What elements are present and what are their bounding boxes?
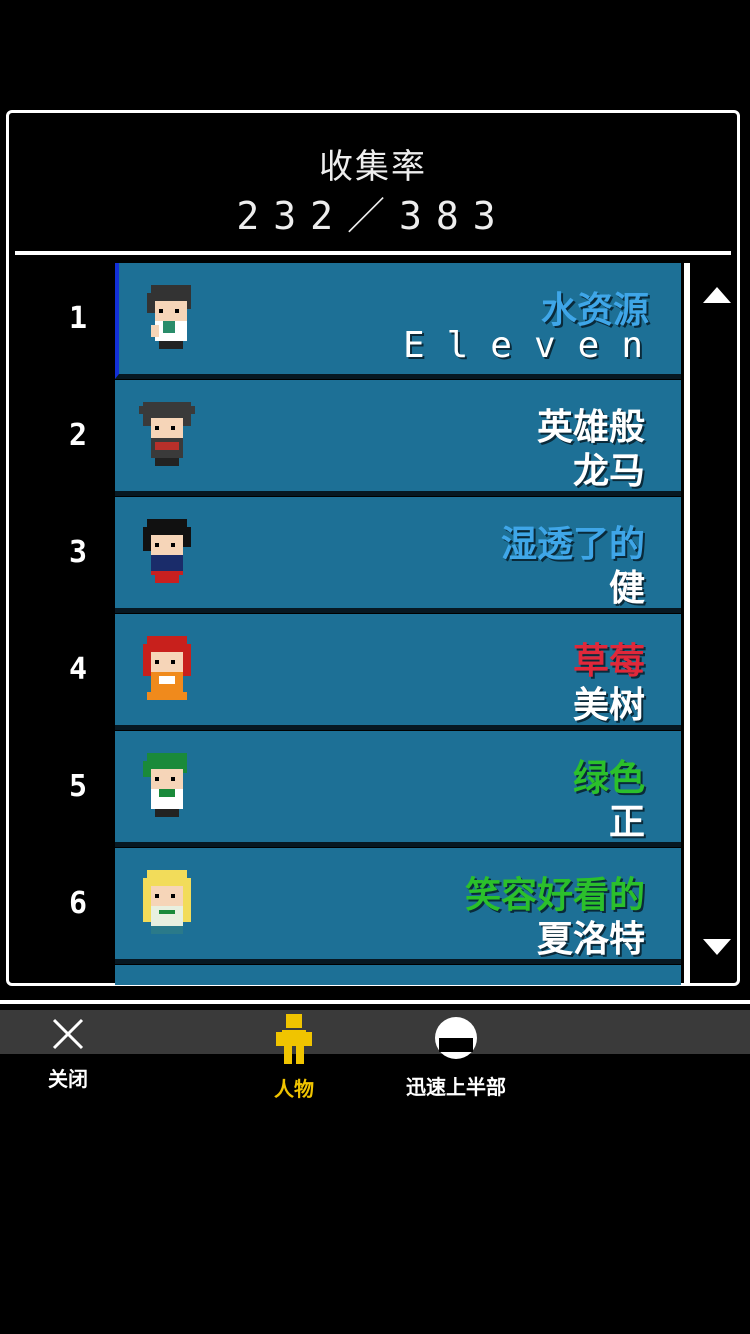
character-card[interactable]: 绿色 正 — [115, 731, 681, 847]
character-name: 健 — [608, 568, 645, 609]
tab-bar-background — [0, 1010, 750, 1054]
character-name: Eleven — [402, 325, 665, 366]
list-item[interactable]: 6 笑容好看的 夏洛特 — [15, 848, 681, 965]
collection-count: 232／383 — [236, 194, 510, 238]
tab-characters[interactable]: 人物 — [254, 1014, 334, 1102]
ball-icon — [435, 1017, 477, 1059]
character-avatar-icon — [143, 753, 187, 817]
character-avatar-icon — [143, 519, 191, 583]
scrollbar[interactable] — [684, 263, 690, 985]
rank-number: 3 — [68, 535, 87, 570]
tab-jump-top-label: 迅速上半部 — [406, 1075, 506, 1099]
list-item[interactable] — [15, 965, 681, 985]
tab-characters-label: 人物 — [274, 1077, 314, 1101]
tab-close-label: 关闭 — [48, 1067, 88, 1091]
rank-number: 1 — [68, 301, 87, 336]
scroll-up-arrow-icon[interactable] — [699, 283, 735, 307]
person-icon — [276, 1014, 312, 1064]
list-item[interactable]: 4 草莓 美树 — [15, 614, 681, 731]
rank-number: 4 — [68, 652, 87, 687]
tab-close[interactable]: 关闭 — [28, 1014, 108, 1092]
character-list[interactable]: 1 水资源 Eleven 2 英雄般 龙马 3 湿透了的 健 4 草莓 美树 5… — [15, 263, 681, 985]
character-name: 龙马 — [572, 451, 645, 492]
rank-number: 6 — [68, 886, 87, 921]
close-icon — [52, 1018, 84, 1050]
header-divider — [15, 251, 731, 255]
character-name: 正 — [608, 802, 645, 843]
character-avatar-icon — [143, 636, 191, 700]
character-avatar-icon — [143, 870, 191, 934]
character-avatar-icon — [139, 402, 195, 466]
collection-panel: 收集率 232／383 1 水资源 Eleven 2 英雄般 龙马 3 湿透了的… — [6, 110, 740, 986]
rank-number: 5 — [68, 769, 87, 804]
scroll-down-arrow-icon[interactable] — [699, 935, 735, 959]
list-item[interactable]: 3 湿透了的 健 — [15, 497, 681, 614]
character-name: 美树 — [572, 685, 645, 726]
list-item[interactable]: 1 水资源 Eleven — [15, 263, 681, 380]
character-name: 夏洛特 — [536, 919, 645, 960]
panel-title: 收集率 — [319, 147, 427, 187]
character-card[interactable]: 湿透了的 健 — [115, 497, 681, 613]
character-card[interactable] — [115, 965, 681, 985]
tab-jump-top[interactable]: 迅速上半部 — [398, 1014, 514, 1100]
character-card[interactable]: 水资源 Eleven — [115, 263, 681, 379]
bottom-divider — [0, 1000, 750, 1004]
rank-number: 2 — [68, 418, 87, 453]
character-card[interactable]: 英雄般 龙马 — [115, 380, 681, 496]
character-avatar-icon — [147, 285, 191, 349]
list-item[interactable]: 5 绿色 正 — [15, 731, 681, 848]
list-item[interactable]: 2 英雄般 龙马 — [15, 380, 681, 497]
character-card[interactable]: 笑容好看的 夏洛特 — [115, 848, 681, 964]
character-card[interactable]: 草莓 美树 — [115, 614, 681, 730]
